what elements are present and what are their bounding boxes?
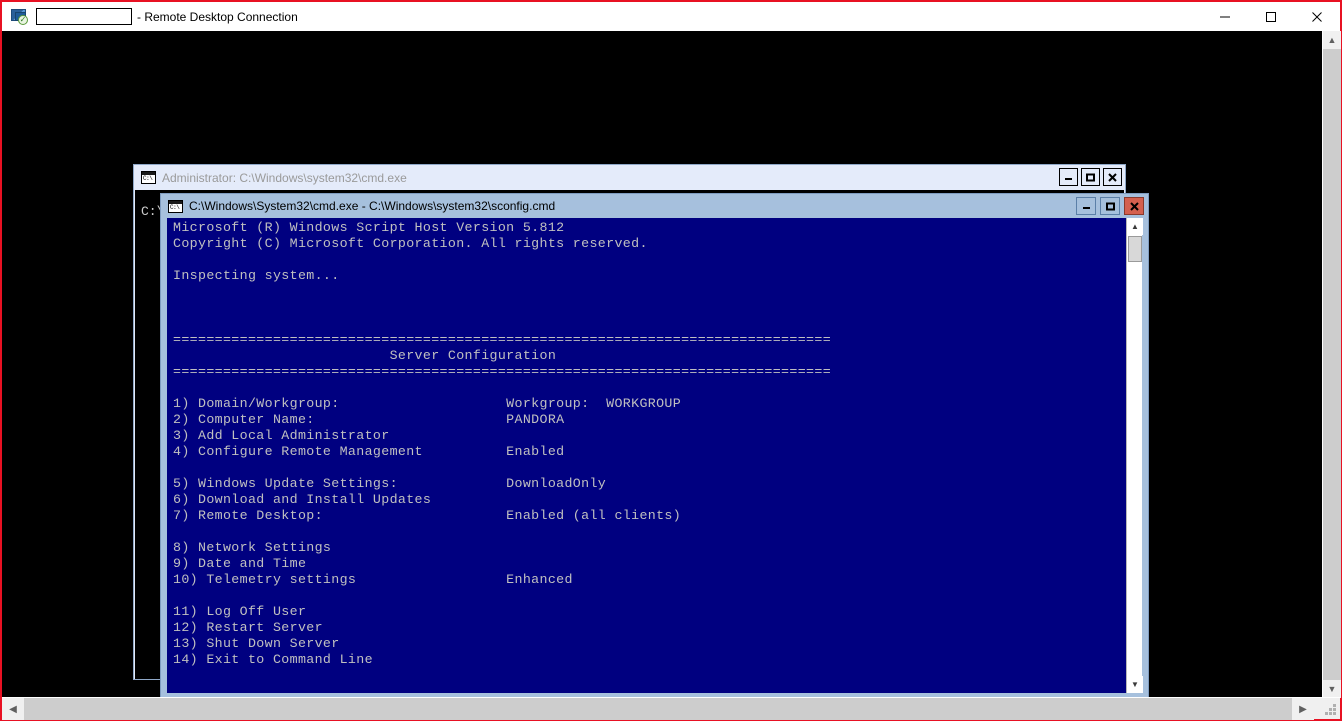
close-icon — [1108, 172, 1117, 182]
minimize-icon — [1220, 16, 1230, 17]
remote-desktop-icon: ✓ — [10, 8, 30, 26]
cmd-icon: C:\ — [168, 199, 183, 213]
maximize-icon — [1105, 202, 1115, 210]
maximize-icon — [1086, 173, 1095, 181]
background-maximize-button[interactable] — [1081, 168, 1100, 186]
remote-desktop-connection-window: ✓ - Remote Desktop Connection C:\ Admini… — [0, 0, 1342, 721]
sconfig-console-output[interactable]: Microsoft (R) Windows Script Host Versio… — [167, 218, 1130, 693]
sconfig-console-text: Microsoft (R) Windows Script Host Versio… — [173, 220, 832, 667]
sconfig-close-button[interactable] — [1124, 197, 1144, 215]
rdp-badge-icon: ✓ — [18, 14, 28, 25]
minimize-button[interactable] — [1202, 2, 1248, 31]
background-close-button[interactable] — [1103, 168, 1122, 186]
rdp-horizontal-scroll-track[interactable] — [24, 698, 1292, 720]
rdp-title-bar[interactable]: ✓ - Remote Desktop Connection — [2, 2, 1340, 31]
scroll-thumb[interactable] — [1128, 236, 1142, 262]
scroll-up-button[interactable]: ▲ — [1127, 218, 1143, 235]
rdp-scroll-down-button[interactable]: ▼ — [1323, 680, 1341, 698]
rdp-horizontal-scrollbar[interactable]: ◀ ▶ — [2, 697, 1340, 720]
sconfig-maximize-button[interactable] — [1100, 197, 1120, 215]
rdp-scroll-left-button[interactable]: ◀ — [2, 698, 24, 720]
background-minimize-button[interactable] — [1059, 168, 1078, 186]
resize-grip-icon[interactable] — [1324, 703, 1338, 717]
rdp-scroll-up-button[interactable]: ▲ — [1323, 31, 1341, 49]
minimize-icon — [1065, 177, 1072, 180]
remote-session-canvas[interactable]: C:\ Administrator: C:\Windows\system32\c… — [2, 31, 1322, 698]
background-cmd-title-bar[interactable]: C:\ Administrator: C:\Windows\system32\c… — [134, 165, 1125, 190]
background-cmd-window-controls — [1059, 168, 1122, 186]
sconfig-cmd-window[interactable]: C:\ C:\Windows\System32\cmd.exe - C:\Win… — [160, 193, 1149, 698]
close-button[interactable] — [1294, 2, 1340, 31]
sconfig-console-scrollbar[interactable]: ▲ ▼ — [1126, 218, 1143, 693]
sconfig-title-text: C:\Windows\System32\cmd.exe - C:\Windows… — [189, 199, 556, 213]
close-icon — [1312, 11, 1322, 22]
rdp-scroll-right-button[interactable]: ▶ — [1292, 698, 1314, 720]
cmd-icon: C:\ — [141, 171, 156, 184]
minimize-icon — [1082, 206, 1090, 209]
rdp-vertical-scrollbar[interactable]: ▲ ▼ — [1322, 31, 1341, 698]
sconfig-window-controls — [1076, 197, 1144, 215]
rdp-window-controls — [1202, 2, 1340, 31]
redacted-computer-name-field — [36, 8, 132, 25]
sconfig-minimize-button[interactable] — [1076, 197, 1096, 215]
sconfig-title-bar[interactable]: C:\ C:\Windows\System32\cmd.exe - C:\Win… — [161, 194, 1148, 218]
close-icon — [1129, 201, 1139, 211]
maximize-button[interactable] — [1248, 2, 1294, 31]
scroll-down-button[interactable]: ▼ — [1127, 676, 1143, 693]
rdp-vertical-scroll-track[interactable] — [1323, 49, 1341, 680]
rdp-title-text: - Remote Desktop Connection — [137, 9, 298, 24]
maximize-icon — [1266, 11, 1276, 22]
background-cmd-title-text: Administrator: C:\Windows\system32\cmd.e… — [162, 170, 407, 185]
